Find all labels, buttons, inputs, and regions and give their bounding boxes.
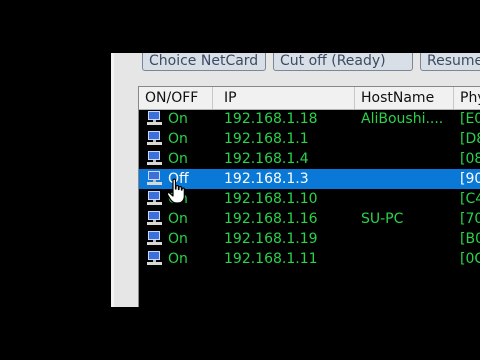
computer-icon bbox=[147, 111, 162, 126]
hand-cursor-icon bbox=[166, 178, 185, 204]
table-row[interactable]: On192.168.1.10[C4 bbox=[139, 189, 480, 209]
phy-cell: [C4 bbox=[460, 191, 480, 207]
host-list[interactable]: ON/OFF IP HostName Phy On 192.168.1.18 Ali… bbox=[138, 86, 480, 307]
ip-cell: 192.168.1.4 bbox=[224, 151, 309, 167]
computer-icon bbox=[147, 151, 162, 166]
hostname-cell: AliBoushi.... bbox=[361, 111, 444, 127]
column-header-ip[interactable]: IP bbox=[218, 87, 355, 109]
computer-icon bbox=[147, 251, 162, 266]
computer-icon bbox=[147, 231, 162, 246]
ip-cell: 192.168.1.19 bbox=[224, 231, 318, 247]
ip-cell: 192.168.1.11 bbox=[224, 251, 318, 267]
computer-icon bbox=[147, 131, 162, 146]
list-header: ON/OFF IP HostName Phy bbox=[139, 87, 480, 110]
computer-icon bbox=[147, 211, 162, 226]
computer-icon bbox=[147, 171, 162, 186]
ip-cell: 192.168.1.16 bbox=[224, 211, 318, 227]
phy-cell: [E0 bbox=[460, 111, 480, 127]
hostname-cell: SU-PC bbox=[361, 211, 404, 227]
table-row[interactable]: On 192.168.1.19 [B0 bbox=[139, 229, 480, 249]
cut-off-button[interactable]: Cut off (Ready) bbox=[273, 53, 413, 71]
ip-cell: 192.168.1.3 bbox=[224, 171, 309, 187]
phy-cell: [D8 bbox=[460, 131, 480, 147]
phy-cell: [70 bbox=[460, 211, 480, 227]
table-row[interactable]: On 192.168.1.18 AliBoushi.... [E0 bbox=[139, 109, 480, 129]
table-row[interactable]: Off192.168.1.3[90 bbox=[139, 169, 480, 189]
phy-cell: [0C bbox=[460, 251, 480, 267]
ip-cell: 192.168.1.1 bbox=[224, 131, 309, 147]
resume-button[interactable]: Resume bbox=[420, 53, 480, 71]
column-header-hostname[interactable]: HostName bbox=[355, 87, 454, 109]
computer-icon bbox=[147, 191, 162, 206]
table-row[interactable]: On 192.168.1.16 SU-PC [70 bbox=[139, 209, 480, 229]
choice-netcard-button[interactable]: Choice NetCard bbox=[142, 53, 266, 71]
phy-cell: [08 bbox=[460, 151, 480, 167]
ip-cell: 192.168.1.10 bbox=[224, 191, 318, 207]
toolbar: Choice NetCard Cut off (Ready) Resume bbox=[130, 53, 480, 73]
phy-cell: [B0 bbox=[460, 231, 480, 247]
status-cell: On bbox=[168, 231, 188, 247]
table-row[interactable]: On 192.168.1.11 [0C bbox=[139, 249, 480, 269]
ip-cell: 192.168.1.18 bbox=[224, 111, 318, 127]
column-header-phy[interactable]: Phy bbox=[454, 87, 480, 109]
table-row[interactable]: On 192.168.1.1 [D8 bbox=[139, 129, 480, 149]
status-cell: On bbox=[168, 111, 188, 127]
column-header-onoff[interactable]: ON/OFF bbox=[139, 87, 213, 109]
status-cell: On bbox=[168, 211, 188, 227]
table-row[interactable]: On 192.168.1.4 [08 bbox=[139, 149, 480, 169]
status-cell: On bbox=[168, 131, 188, 147]
status-cell: On bbox=[168, 151, 188, 167]
phy-cell: [90 bbox=[460, 171, 480, 187]
status-cell: On bbox=[168, 251, 188, 267]
